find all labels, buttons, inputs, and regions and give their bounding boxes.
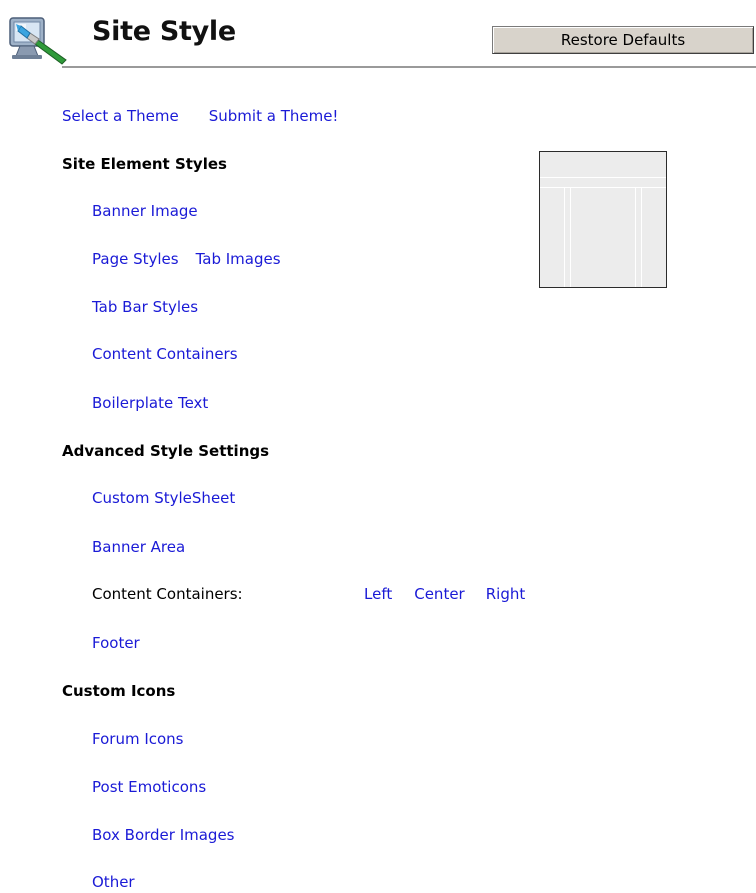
other-row: Other <box>92 872 135 892</box>
banner-area-row: Banner Area <box>92 537 185 557</box>
tab-images-link[interactable]: Tab Images <box>196 250 281 268</box>
advanced-content-containers-row: Content Containers: <box>92 584 243 604</box>
submit-theme-link[interactable]: Submit a Theme! <box>209 107 339 125</box>
layout-preview-thumbnail <box>539 151 667 288</box>
banner-image-row: Banner Image <box>92 201 198 221</box>
tab-bar-styles-row: Tab Bar Styles <box>92 297 198 317</box>
container-position-links: Left Center Right <box>364 584 525 604</box>
footer-row: Footer <box>92 633 140 653</box>
boilerplate-text-link[interactable]: Boilerplate Text <box>92 394 208 412</box>
right-container-link[interactable]: Right <box>486 585 526 603</box>
page-styles-row: Page Styles Tab Images <box>92 249 281 269</box>
footer-link[interactable]: Footer <box>92 634 140 652</box>
content-containers-row: Content Containers <box>92 344 238 364</box>
left-container-link[interactable]: Left <box>364 585 392 603</box>
site-style-page: Site Style Restore Defaults Select a The… <box>0 0 756 893</box>
preview-banner-band <box>540 152 666 178</box>
other-icons-link[interactable]: Other <box>92 873 135 891</box>
select-theme-link[interactable]: Select a Theme <box>62 107 179 125</box>
post-emoticons-row: Post Emoticons <box>92 777 206 797</box>
restore-defaults-button[interactable]: Restore Defaults <box>492 26 754 54</box>
box-border-images-row: Box Border Images <box>92 825 235 845</box>
site-element-styles-heading: Site Element Styles <box>62 155 227 173</box>
custom-icons-heading: Custom Icons <box>62 682 176 700</box>
content-containers-label: Content Containers: <box>92 585 243 603</box>
site-style-icon <box>8 14 74 66</box>
preview-column-divider <box>564 188 565 287</box>
box-border-images-link[interactable]: Box Border Images <box>92 826 235 844</box>
theme-links: Select a Theme Submit a Theme! <box>62 106 338 126</box>
banner-image-link[interactable]: Banner Image <box>92 202 198 220</box>
forum-icons-link[interactable]: Forum Icons <box>92 730 184 748</box>
boilerplate-text-row: Boilerplate Text <box>92 393 208 413</box>
tab-bar-styles-link[interactable]: Tab Bar Styles <box>92 298 198 316</box>
page-styles-link[interactable]: Page Styles <box>92 250 179 268</box>
post-emoticons-link[interactable]: Post Emoticons <box>92 778 206 796</box>
forum-icons-row: Forum Icons <box>92 729 184 749</box>
center-container-link[interactable]: Center <box>414 585 465 603</box>
advanced-style-settings-heading: Advanced Style Settings <box>62 442 270 460</box>
preview-tab-band <box>540 178 666 188</box>
preview-column-divider <box>635 188 636 287</box>
preview-column-divider <box>570 188 571 287</box>
preview-column-divider <box>641 188 642 287</box>
custom-stylesheet-row: Custom StyleSheet <box>92 488 235 508</box>
banner-area-link[interactable]: Banner Area <box>92 538 185 556</box>
custom-stylesheet-link[interactable]: Custom StyleSheet <box>92 489 235 507</box>
content-containers-link[interactable]: Content Containers <box>92 345 238 363</box>
page-title: Site Style <box>92 16 236 47</box>
header-divider <box>62 66 756 68</box>
